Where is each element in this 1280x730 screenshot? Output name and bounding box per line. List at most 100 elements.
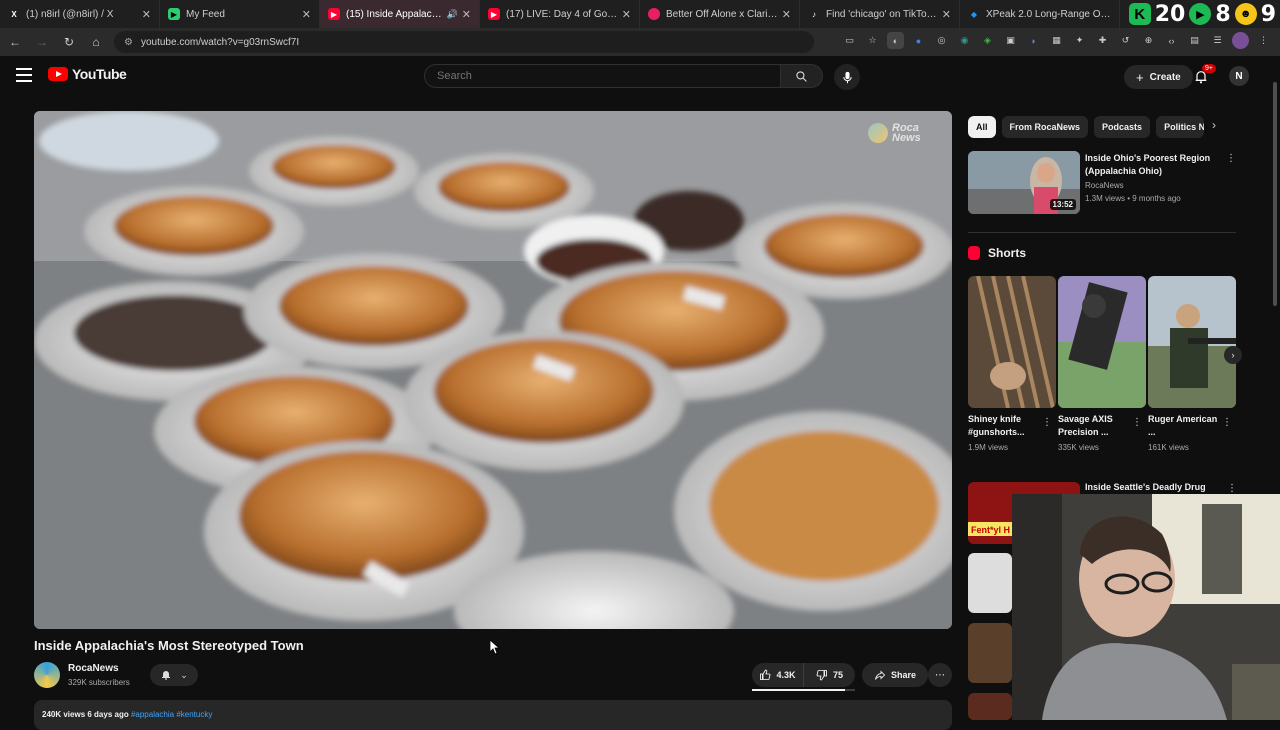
menu-icon[interactable] (16, 68, 32, 82)
like-dislike-group: 4.3K 75 (752, 663, 855, 687)
reload-icon[interactable]: ↻ (57, 30, 81, 54)
more-vert-icon[interactable]: ⋮ (1042, 417, 1052, 428)
extension-icon[interactable]: ◈ (979, 32, 996, 49)
extension-icon[interactable]: ● (910, 32, 927, 49)
video-title[interactable]: Inside Ohio's Poorest Region (Appalachia… (1085, 152, 1215, 178)
share-label: Share (891, 670, 917, 680)
extension-icon[interactable]: ◉ (956, 32, 973, 49)
hashtags[interactable]: #appalachia #kentucky (131, 710, 212, 719)
browser-tab[interactable]: ▶ (17) LIVE: Day 4 of Governmen ✕ (480, 0, 640, 28)
browser-tab-active[interactable]: ▶ (15) Inside Appalachia's Mo 🔊 ✕ (320, 0, 480, 28)
youtube-logo[interactable]: YouTube (48, 66, 127, 82)
extension-icon[interactable]: ▦ (1048, 32, 1065, 49)
extension-icon[interactable]: ☰ (1209, 32, 1226, 49)
more-vert-icon[interactable]: ⋮ (1227, 483, 1237, 494)
short-item[interactable]: Savage AXIS Precision ... 335K views ⋮ (1058, 276, 1146, 452)
like-button[interactable]: 4.3K (752, 663, 804, 687)
channel-watermark[interactable]: Roca News (868, 123, 936, 144)
scrollbar-thumb[interactable] (1273, 82, 1277, 306)
cast-icon[interactable]: ▭ (841, 32, 858, 49)
more-vert-icon[interactable]: ⋮ (1132, 417, 1142, 428)
chip-politics[interactable]: Politics N (1156, 116, 1205, 138)
short-title[interactable]: Shiney knife #gunshorts... (968, 413, 1040, 439)
more-vert-icon[interactable]: ⋮ (1255, 32, 1272, 49)
browser-tab[interactable]: ◆ XPeak 2.0 Long-Range Off-Ro (960, 0, 1120, 28)
search-input[interactable] (424, 64, 781, 88)
chevron-right-icon[interactable]: › (1212, 118, 1216, 132)
more-actions-button[interactable]: ⋯ (928, 663, 952, 687)
view-stats: 240K views 6 days ago (42, 710, 129, 719)
back-icon[interactable]: ← (3, 30, 27, 54)
code-icon[interactable]: ‹› (1163, 32, 1180, 49)
tab-close-icon[interactable]: ✕ (142, 8, 151, 21)
video-thumbnail[interactable] (968, 553, 1012, 613)
create-button[interactable]: + Create (1124, 65, 1193, 89)
subscribed-notifications-button[interactable]: ⌄ (150, 664, 198, 686)
speaker-icon[interactable]: 🔊 (447, 9, 458, 20)
extension-icon[interactable]: ✦ (1071, 32, 1088, 49)
bookmark-star-icon[interactable]: ☆ (864, 32, 881, 49)
voice-search-button[interactable] (834, 64, 860, 90)
like-count: 4.3K (776, 670, 796, 680)
video-thumbnail[interactable] (968, 623, 1012, 683)
page-scrollbar[interactable] (1271, 64, 1279, 494)
browser-tab[interactable]: X (1) n8irl (@n8irl) / X ✕ (0, 0, 160, 28)
browser-tab[interactable]: ♪ Find 'chicago' on TikTok | TikTo ✕ (800, 0, 960, 28)
browser-tab[interactable]: ▶ My Feed ✕ (160, 0, 320, 28)
thumbs-up-icon (760, 669, 771, 680)
dislike-button[interactable]: 75 (804, 663, 855, 687)
extension-icon[interactable]: ◐ (887, 32, 904, 49)
puzzle-icon[interactable]: ✚ (1094, 32, 1111, 49)
channel-avatar[interactable] (34, 662, 60, 688)
site-info-icon[interactable]: ⚙ (124, 37, 133, 48)
webcam-image (1012, 494, 1280, 720)
chip-from-channel[interactable]: From RocaNews (1001, 116, 1089, 138)
short-thumbnail[interactable] (1148, 276, 1236, 408)
home-icon[interactable]: ⌂ (84, 30, 108, 54)
chevron-right-icon: › (1231, 350, 1235, 360)
description-box[interactable]: 240K views 6 days ago #appalachia #kentu… (34, 700, 952, 730)
tab-title: (17) LIVE: Day 4 of Governmen (506, 8, 618, 20)
extension-icon[interactable]: ◎ (933, 32, 950, 49)
search-button[interactable] (781, 64, 823, 88)
share-button[interactable]: Share (862, 663, 929, 687)
more-vert-icon[interactable]: ⋮ (1226, 153, 1236, 164)
video-thumbnail[interactable]: 13:52 (968, 151, 1080, 214)
profile-icon[interactable] (1232, 32, 1249, 49)
shorts-next-button[interactable]: › (1224, 346, 1242, 364)
feed-icon: ▶ (168, 8, 180, 20)
filter-chips: All From RocaNews Podcasts Politics N (968, 116, 1205, 138)
video-player[interactable]: Roca News (34, 111, 952, 629)
recommended-video[interactable]: 13:52 Inside Ohio's Poorest Region (Appa… (968, 151, 1236, 215)
short-title[interactable]: Savage AXIS Precision ... (1058, 413, 1130, 439)
tab-close-icon[interactable]: ✕ (622, 8, 631, 21)
thumbnail-image (968, 276, 1056, 408)
chip-podcasts[interactable]: Podcasts (1094, 116, 1151, 138)
channel-name[interactable]: RocaNews (1085, 181, 1124, 190)
chip-all[interactable]: All (968, 116, 996, 138)
tab-close-icon[interactable]: ✕ (942, 8, 951, 21)
extension-icon[interactable]: ⊕ (1140, 32, 1157, 49)
address-bar[interactable]: ⚙ youtube.com/watch?v=g03rnSwcf7I (114, 31, 814, 53)
channel-name[interactable]: RocaNews (68, 663, 119, 674)
tab-close-icon[interactable]: ✕ (462, 8, 471, 21)
account-avatar[interactable]: N (1229, 66, 1249, 86)
short-thumbnail[interactable] (968, 276, 1056, 408)
webcam-overlay (1012, 494, 1280, 720)
history-icon[interactable]: ↺ (1117, 32, 1134, 49)
extension-icon[interactable]: ◗ (1025, 32, 1042, 49)
forward-icon[interactable]: → (30, 30, 54, 54)
video-title[interactable]: Inside Seattle's Deadly Drug (1085, 482, 1206, 492)
tab-close-icon[interactable]: ✕ (782, 8, 791, 21)
sidepanel-icon[interactable]: ▤ (1186, 32, 1203, 49)
short-item[interactable]: Ruger American ... 161K views ⋮ (1148, 276, 1236, 452)
extension-icon[interactable]: ▣ (1002, 32, 1019, 49)
browser-tab[interactable]: Better Off Alone x Clarity (agai ✕ (640, 0, 800, 28)
short-title[interactable]: Ruger American ... (1148, 413, 1220, 439)
more-vert-icon[interactable]: ⋮ (1222, 417, 1232, 428)
short-item[interactable]: Shiney knife #gunshorts... 1.9M views ⋮ (968, 276, 1056, 452)
video-thumbnail[interactable] (968, 693, 1012, 720)
tab-close-icon[interactable]: ✕ (302, 8, 311, 21)
short-thumbnail[interactable] (1058, 276, 1146, 408)
youtube-header: YouTube + Create 9+ N (0, 56, 1280, 98)
